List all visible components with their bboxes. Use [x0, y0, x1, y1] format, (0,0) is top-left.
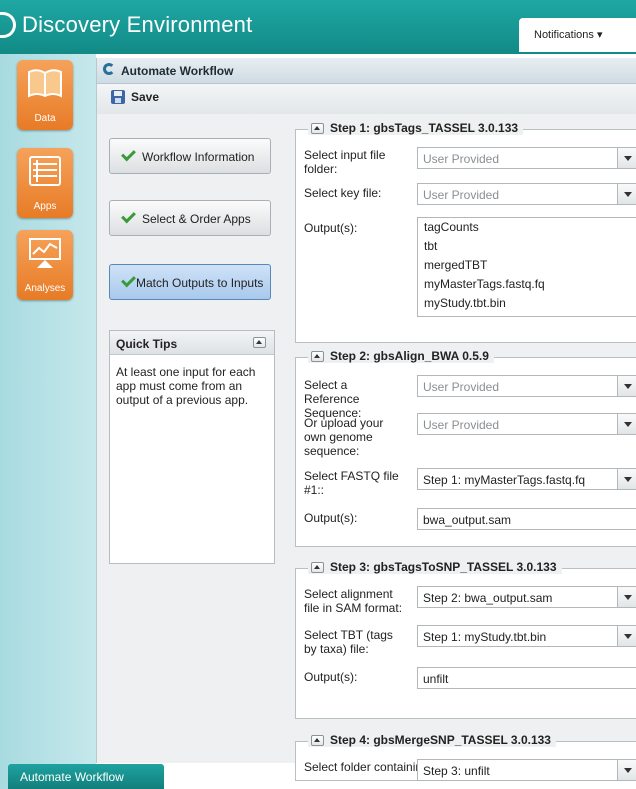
field-label: Select alignment file in SAM format: [304, 587, 403, 615]
field-label: Select folder containing [304, 760, 429, 774]
tbt-file-select[interactable]: Step 1: myStudy.tbt.bin [417, 625, 636, 647]
workflow-content: Workflow Information Select & Order Apps… [97, 114, 636, 781]
app-title: Discovery Environment [22, 12, 253, 37]
apps-list-icon [29, 156, 61, 186]
button-label: Workflow Information [142, 150, 255, 164]
field-label: Select FASTQ file #1:: [304, 469, 399, 497]
select-value: Step 1: myStudy.tbt.bin [423, 630, 547, 644]
input-folder-select[interactable]: User Provided [417, 147, 636, 169]
collapse-icon[interactable] [311, 734, 324, 746]
sidebar-item-data[interactable]: Data [17, 60, 73, 130]
chevron-down-icon[interactable] [617, 469, 636, 489]
checkmark-icon [121, 146, 136, 162]
field-label: Output(s): [304, 221, 358, 235]
select-value: Step 3: unfilt [423, 764, 490, 778]
field-label: Output(s): [304, 511, 358, 525]
step-title: Step 3: gbsTagsToSNP_TASSEL 3.0.133 [330, 560, 557, 574]
automate-workflow-window: Automate Workflow Save Workflow Informat… [96, 58, 636, 781]
field-label: Select input file folder: [304, 148, 386, 176]
alignment-file-select[interactable]: Step 2: bwa_output.sam [417, 586, 636, 608]
toolbar: Save [97, 84, 636, 115]
collapse-icon[interactable] [311, 350, 324, 362]
taskbar-tab-automate-workflow[interactable]: Automate Workflow [8, 764, 164, 789]
list-item[interactable]: myMasterTags.fastq.fq [418, 275, 636, 294]
step-4-panel: Step 4: gbsMergeSNP_TASSEL 3.0.133 Selec… [295, 733, 636, 781]
step-title: Step 4: gbsMergeSNP_TASSEL 3.0.133 [330, 733, 551, 747]
quick-tips-title: Quick Tips [116, 337, 178, 351]
step-title: Step 1: gbsTags_TASSEL 3.0.133 [330, 121, 519, 135]
select-value: Step 1: myMasterTags.fastq.fq [423, 473, 586, 487]
step-2-panel: Step 2: gbsAlign_BWA 0.5.9 Select a Refe… [295, 349, 636, 547]
field-label: Select TBT (tags by taxa) file: [304, 628, 393, 656]
field-label: Select key file: [304, 186, 382, 200]
reference-sequence-select[interactable]: User Provided [417, 375, 636, 397]
folder-select[interactable]: Step 3: unfilt [417, 759, 636, 781]
list-item[interactable]: tbt [418, 237, 636, 256]
output-list[interactable]: tagCounts tbt mergedTBT myMasterTags.fas… [417, 217, 636, 317]
select-value: User Provided [423, 380, 500, 394]
select-value: Step 2: bwa_output.sam [423, 591, 553, 605]
key-file-select[interactable]: User Provided [417, 183, 636, 205]
chevron-down-icon[interactable] [617, 626, 636, 646]
quick-tips-panel: Quick Tips At least one input for each a… [109, 330, 275, 564]
step-3-panel: Step 3: gbsTagsToSNP_TASSEL 3.0.133 Sele… [295, 560, 636, 719]
select-order-apps-button[interactable]: Select & Order Apps [109, 200, 271, 236]
list-item[interactable]: myStudy.tbt.bin [418, 294, 636, 313]
field-label: Output(s): [304, 670, 358, 684]
upload-genome-select[interactable]: User Provided [417, 413, 636, 435]
window-title-bar[interactable]: Automate Workflow [97, 58, 636, 84]
chevron-down-icon[interactable] [617, 414, 636, 434]
select-value: User Provided [423, 188, 500, 202]
list-item[interactable]: mergedTBT [418, 256, 636, 275]
analyses-chart-icon [29, 238, 61, 268]
select-value: User Provided [423, 152, 500, 166]
chevron-down-icon[interactable] [617, 148, 636, 168]
chevron-down-icon[interactable] [617, 376, 636, 396]
fastq-file-select[interactable]: Step 1: myMasterTags.fastq.fq [417, 468, 636, 490]
logo-icon [0, 12, 16, 38]
checkmark-icon [121, 208, 136, 224]
floppy-disk-icon [111, 90, 125, 104]
checkmark-icon [121, 272, 136, 288]
app-sidebar: Data Apps Analyses [0, 54, 96, 789]
output-field[interactable]: bwa_output.sam [417, 508, 636, 530]
collapse-icon[interactable] [311, 122, 324, 134]
collapse-icon[interactable] [253, 337, 266, 348]
workflow-icon [103, 63, 115, 75]
field-label: Select a Reference Sequence: [304, 378, 362, 420]
notifications-menu[interactable]: Notifications ▾ [519, 18, 636, 52]
workflow-information-button[interactable]: Workflow Information [109, 138, 271, 174]
select-value: User Provided [423, 418, 500, 432]
step-4-header[interactable]: Step 4: gbsMergeSNP_TASSEL 3.0.133 [308, 733, 556, 747]
chevron-down-icon[interactable] [617, 184, 636, 204]
collapse-icon[interactable] [311, 561, 324, 573]
sidebar-item-analyses[interactable]: Analyses [17, 230, 73, 300]
quick-tips-body: At least one input for each app must com… [116, 365, 256, 407]
chevron-down-icon[interactable] [617, 760, 636, 780]
button-label: Match Outputs to Inputs [136, 276, 264, 290]
step-3-header[interactable]: Step 3: gbsTagsToSNP_TASSEL 3.0.133 [308, 560, 562, 574]
save-label: Save [131, 90, 160, 104]
app-header: Discovery Environment Notifications ▾ [0, 0, 636, 54]
step-1-panel: Step 1: gbsTags_TASSEL 3.0.133 Select in… [295, 121, 636, 343]
step-2-header[interactable]: Step 2: gbsAlign_BWA 0.5.9 [308, 349, 494, 363]
chevron-down-icon[interactable] [617, 587, 636, 607]
field-label: Or upload your own genome sequence: [304, 416, 384, 458]
save-button[interactable]: Save [111, 90, 159, 108]
window-title: Automate Workflow [121, 64, 234, 78]
output-field[interactable]: unfilt [417, 667, 636, 689]
step-title: Step 2: gbsAlign_BWA 0.5.9 [330, 349, 489, 363]
sidebar-item-label: Apps [33, 201, 57, 212]
book-icon [28, 69, 62, 98]
step-1-header[interactable]: Step 1: gbsTags_TASSEL 3.0.133 [308, 121, 524, 135]
match-outputs-button[interactable]: Match Outputs to Inputs [109, 264, 271, 300]
list-item[interactable]: tagCounts [418, 218, 636, 237]
quick-tips-header: Quick Tips [110, 331, 274, 355]
sidebar-item-label: Data [34, 113, 56, 124]
sidebar-item-apps[interactable]: Apps [17, 148, 73, 218]
button-label: Select & Order Apps [142, 212, 251, 226]
sidebar-item-label: Analyses [24, 283, 66, 294]
